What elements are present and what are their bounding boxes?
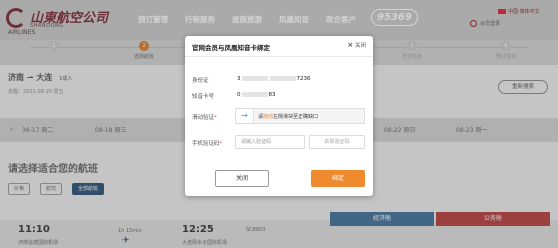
phoenix-card-value: 0 83 — [237, 92, 276, 98]
dialog-title: 官网会员与凤凰知音卡绑定 — [192, 44, 270, 52]
masked-region — [241, 76, 268, 81]
slider-hint: 请拖动左侧滑块至正确缺口 — [258, 114, 319, 120]
id-card-value: 3 7236 — [237, 76, 311, 82]
dialog-close-button[interactable]: × 关闭 — [347, 41, 366, 49]
masked-region — [241, 92, 268, 97]
masked-region — [269, 76, 296, 81]
get-code-button[interactable]: 获取验证码 — [309, 135, 365, 149]
close-button[interactable]: 关闭 — [215, 170, 269, 187]
id-card-label: 身份证 — [192, 78, 209, 84]
sms-code-label: 手机验证码* — [192, 141, 223, 147]
bind-button[interactable]: 绑定 — [311, 170, 365, 187]
bind-membership-dialog: 官网会员与凤凰知音卡绑定 × 关闭 身份证 3 7236 知音卡号 0 83 滑动验… — [185, 36, 373, 196]
sms-code-input[interactable]: 请输入验证码 — [235, 135, 305, 149]
slider-captcha[interactable]: → 请拖动左侧滑块至正确缺口 — [235, 108, 365, 124]
slider-verify-label: 滑动验证* — [192, 115, 217, 121]
dialog-divider — [185, 56, 373, 57]
phoenix-card-label: 知音卡号 — [192, 94, 215, 100]
close-icon: × — [347, 41, 354, 49]
slider-arrow-icon[interactable]: → — [236, 109, 254, 123]
